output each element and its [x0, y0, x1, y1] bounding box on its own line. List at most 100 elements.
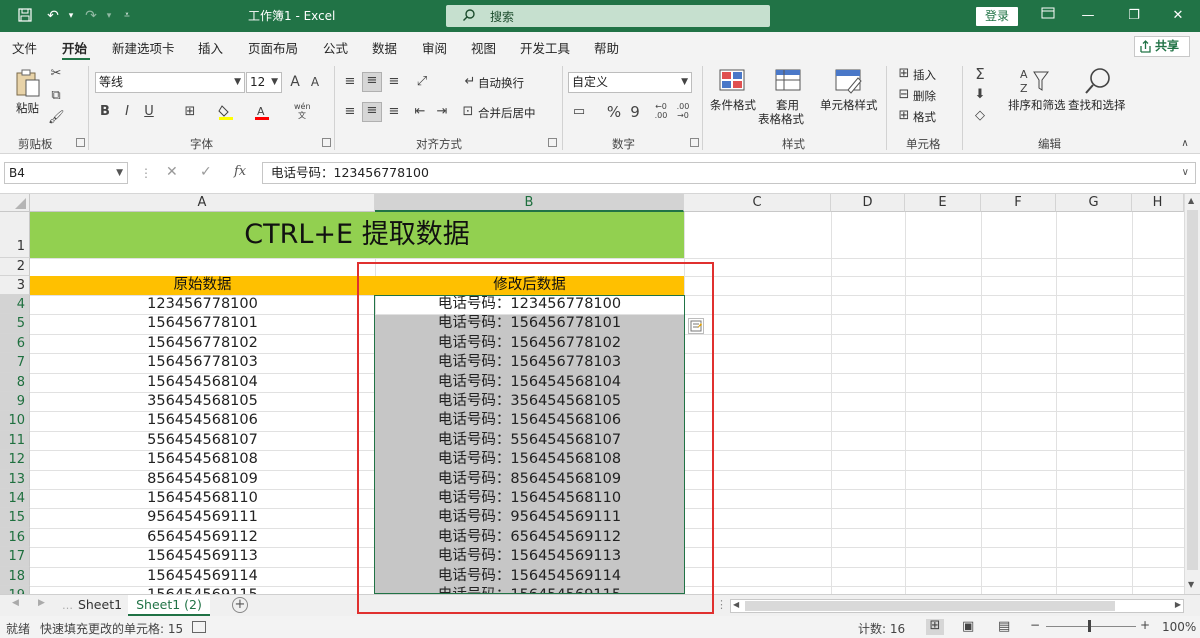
cell-a[interactable]: 156454568106 — [30, 411, 375, 430]
orientation-icon[interactable]: ⤢ — [412, 74, 432, 90]
cell-a[interactable]: 156454569115 — [30, 586, 375, 594]
tab-view[interactable]: 视图 — [471, 38, 496, 57]
undo-dropdown-icon[interactable]: ▾ — [62, 7, 80, 25]
row-header-6[interactable]: 6 — [0, 333, 30, 354]
row-header-2[interactable]: 2 — [0, 258, 30, 276]
sheet-tab-sheet1-2[interactable]: Sheet1 (2) — [128, 595, 210, 616]
delete-cells-label[interactable]: 删除 — [913, 88, 936, 104]
page-layout-view-icon[interactable]: ▣ — [962, 619, 974, 634]
font-launcher-icon[interactable] — [322, 138, 331, 147]
align-bottom-icon[interactable]: ≡ — [386, 74, 402, 90]
cell-a[interactable]: 156456778103 — [30, 353, 375, 372]
align-right-icon[interactable]: ≡ — [386, 104, 402, 120]
tab-developer[interactable]: 开发工具 — [520, 38, 570, 57]
fill-icon[interactable]: ⬇ — [972, 87, 988, 103]
wrap-text-label[interactable]: 自动换行 — [478, 75, 524, 91]
more-sheets-icon[interactable]: … — [62, 599, 73, 612]
cell-a[interactable]: 956454569111 — [30, 508, 375, 527]
scroll-up-icon[interactable]: ▲ — [1188, 196, 1194, 205]
redo-dropdown-icon[interactable]: ▾ — [100, 7, 118, 25]
cell-a[interactable]: 123456778100 — [30, 295, 375, 314]
row-header-9[interactable]: 9 — [0, 392, 30, 412]
merge-center-label[interactable]: 合并后居中 — [478, 105, 536, 121]
column-header-e[interactable]: E — [905, 194, 981, 212]
cell-a[interactable]: 156454568108 — [30, 450, 375, 469]
save-icon[interactable] — [16, 7, 34, 25]
phonetic-icon[interactable]: wén 文 — [294, 102, 311, 120]
cell-a[interactable]: 156454569114 — [30, 567, 375, 586]
cell-a[interactable]: 156454568110 — [30, 489, 375, 508]
paste-icon[interactable] — [14, 68, 42, 98]
tab-help[interactable]: 帮助 — [594, 38, 619, 57]
formula-input[interactable]: 电话号码：123456778100 ∨ — [262, 162, 1196, 184]
wrap-text-icon[interactable]: ↵ — [462, 74, 478, 90]
row-header-5[interactable]: 5 — [0, 314, 30, 334]
border-icon[interactable]: ⊞ — [182, 104, 198, 120]
header-cell-original[interactable]: 原始数据 — [30, 276, 375, 295]
decrease-font-icon[interactable]: A — [308, 74, 322, 90]
clipboard-launcher-icon[interactable] — [76, 138, 85, 147]
tab-data[interactable]: 数据 — [372, 38, 397, 57]
collapse-ribbon-icon[interactable]: ∧ — [1178, 136, 1192, 152]
cell-a[interactable]: 156454569113 — [30, 547, 375, 566]
sheet-tab-sheet1[interactable]: Sheet1 — [74, 595, 126, 616]
row-header-3[interactable]: 3 — [0, 276, 30, 295]
prev-sheet-icon[interactable]: ◀ — [12, 598, 19, 608]
row-header-16[interactable]: 16 — [0, 527, 30, 548]
redo-icon[interactable]: ↷ — [82, 7, 100, 25]
cell-a[interactable]: 156456778101 — [30, 314, 375, 333]
format-painter-icon[interactable]: 🖌 — [48, 110, 65, 126]
scroll-right-icon[interactable]: ▶ — [1175, 600, 1181, 609]
scroll-thumb[interactable] — [1187, 210, 1198, 570]
row-header-12[interactable]: 12 — [0, 450, 30, 470]
search-box[interactable]: 搜索 — [446, 5, 770, 27]
comma-style-icon[interactable]: 9 — [628, 104, 642, 120]
row-header-8[interactable]: 8 — [0, 372, 30, 392]
expand-formula-icon[interactable]: ∨ — [1182, 163, 1189, 183]
scroll-left-icon[interactable]: ◀ — [733, 600, 739, 609]
normal-view-icon[interactable]: ⊞ — [926, 619, 944, 635]
increase-indent-icon[interactable]: ⇥ — [434, 104, 450, 120]
conditional-format-icon[interactable] — [718, 68, 746, 94]
sort-filter-label[interactable]: 排序和筛选 — [1008, 97, 1066, 113]
row-header-10[interactable]: 10 — [0, 411, 30, 431]
close-icon[interactable]: ✕ — [1168, 6, 1188, 26]
scroll-thumb[interactable] — [745, 601, 1115, 611]
tab-home[interactable]: 开始 — [62, 38, 87, 57]
zoom-in-icon[interactable]: + — [1140, 618, 1150, 632]
column-header-h[interactable]: H — [1132, 194, 1184, 212]
format-as-table-icon[interactable] — [774, 68, 802, 94]
restore-icon[interactable]: ❐ — [1124, 6, 1144, 26]
increase-font-icon[interactable]: A — [288, 74, 302, 90]
font-color-icon[interactable]: A — [254, 104, 270, 125]
ribbon-display-options-icon[interactable] — [1038, 6, 1058, 26]
clear-icon[interactable]: ◇ — [972, 108, 988, 124]
row-header-15[interactable]: 15 — [0, 508, 30, 528]
row-header-4[interactable]: 4 — [0, 295, 30, 315]
cut-icon[interactable]: ✂ — [48, 66, 64, 82]
zoom-slider[interactable] — [1046, 626, 1136, 627]
horizontal-scrollbar[interactable]: ◀ ▶ — [730, 599, 1184, 613]
insert-cells-icon[interactable]: ⊞ — [896, 66, 912, 82]
merge-center-icon[interactable]: ⊡ — [460, 104, 476, 120]
row-header-7[interactable]: 7 — [0, 353, 30, 373]
conditional-format-label[interactable]: 条件格式 — [710, 97, 756, 113]
bold-icon[interactable]: B — [98, 104, 112, 120]
underline-icon[interactable]: U — [142, 104, 156, 120]
tab-new[interactable]: 新建选项卡 — [112, 38, 175, 57]
cell-a[interactable]: 156456778102 — [30, 334, 375, 353]
customize-toolbar-icon[interactable]: ⩡ — [118, 7, 136, 25]
accessibility-icon[interactable] — [192, 621, 206, 633]
column-header-g[interactable]: G — [1056, 194, 1132, 212]
zoom-level[interactable]: 100% — [1162, 620, 1196, 634]
cell-a[interactable]: 556454568107 — [30, 431, 375, 450]
vertical-scrollbar[interactable]: ▲ ▼ — [1184, 194, 1200, 594]
cell-a[interactable]: 356454568105 — [30, 392, 375, 411]
alignment-launcher-icon[interactable] — [548, 138, 557, 147]
column-header-a[interactable]: A — [30, 194, 375, 212]
scroll-down-icon[interactable]: ▼ — [1188, 580, 1194, 589]
zoom-slider-thumb[interactable] — [1088, 620, 1091, 632]
decrease-indent-icon[interactable]: ⇤ — [412, 104, 428, 120]
format-cells-icon[interactable]: ⊞ — [896, 108, 912, 124]
tab-splitter-icon[interactable]: ⋮ — [716, 598, 727, 611]
